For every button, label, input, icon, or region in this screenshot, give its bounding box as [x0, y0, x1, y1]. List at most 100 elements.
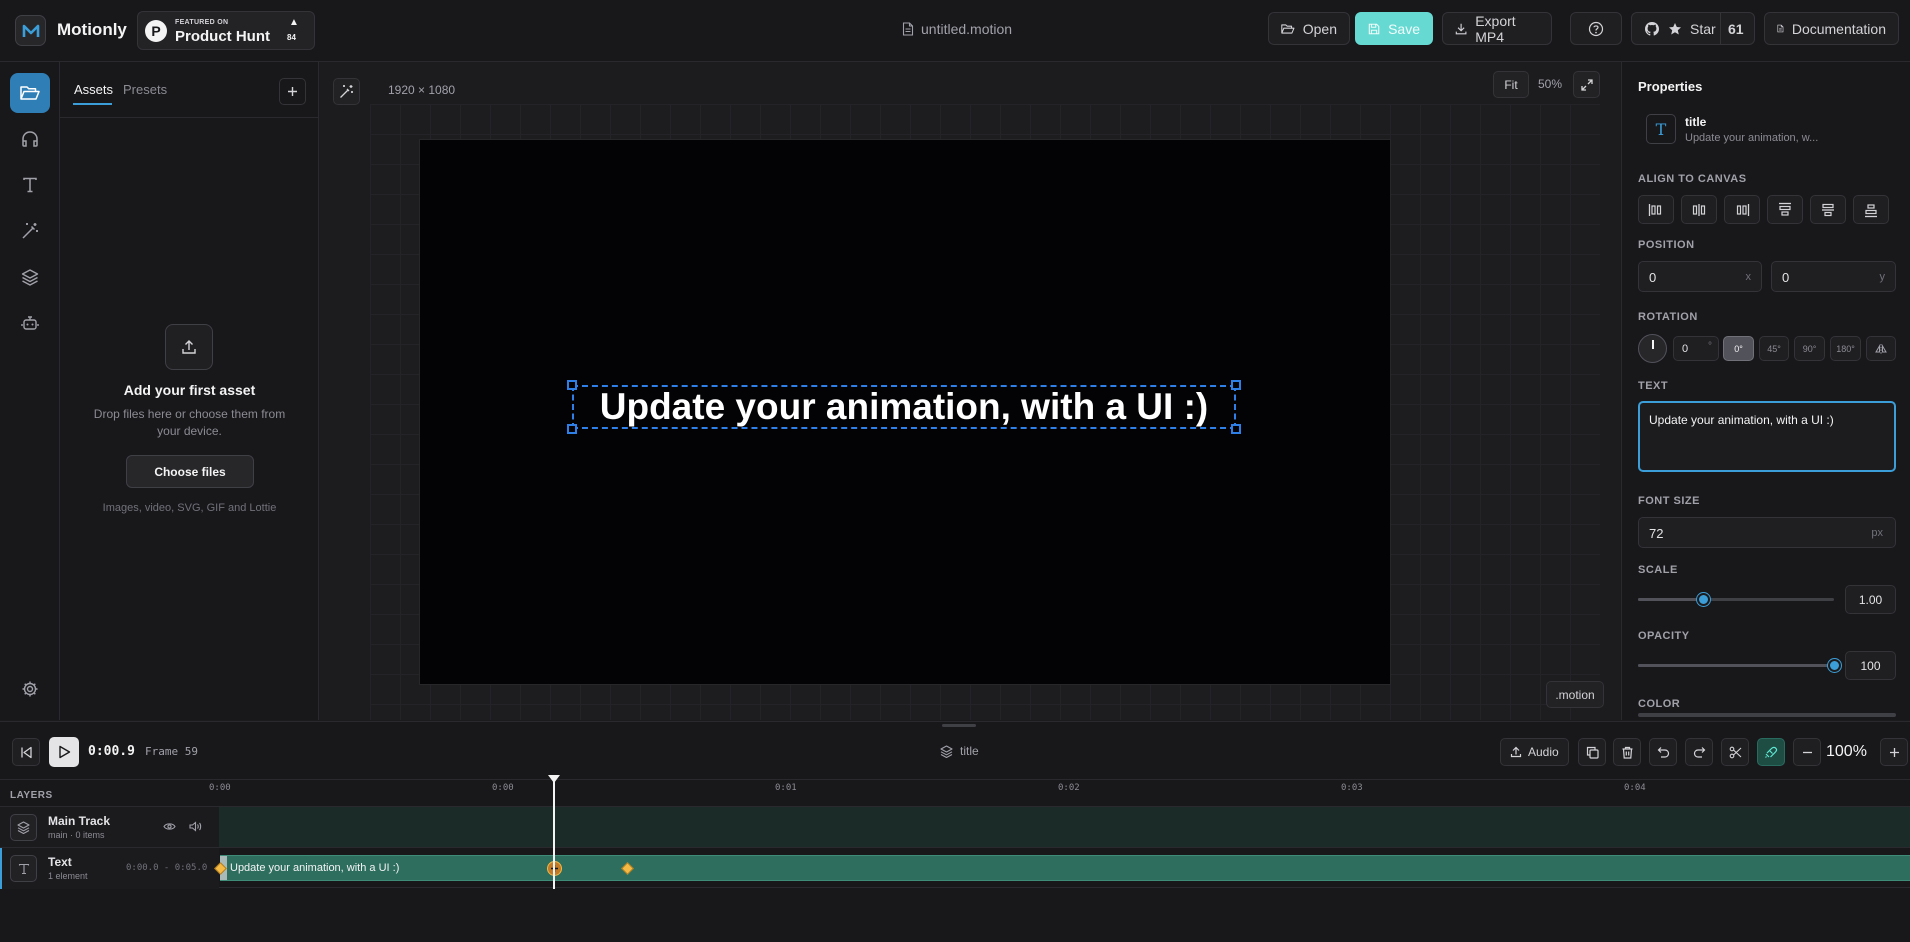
product-hunt-badge[interactable]: P FEATURED ON Product Hunt ▲ 84 [137, 11, 315, 50]
rotation-preset-90[interactable]: 90° [1794, 336, 1825, 361]
selected-indicator [0, 848, 2, 889]
add-asset-button[interactable] [279, 78, 306, 105]
documentation-button[interactable]: Documentation [1764, 12, 1899, 45]
skip-to-start-button[interactable] [12, 738, 40, 766]
rotation-preset-180[interactable]: 180° [1830, 336, 1861, 361]
opacity-slider[interactable] [1638, 659, 1841, 672]
product-hunt-icon: P [145, 20, 167, 42]
playhead[interactable] [553, 779, 555, 889]
tab-assets[interactable]: Assets [74, 82, 113, 97]
properties-scrollbar[interactable] [1638, 713, 1896, 717]
motionly-logo-icon[interactable] [15, 15, 46, 46]
scale-slider[interactable] [1638, 593, 1834, 606]
fit-button[interactable]: Fit [1493, 71, 1529, 98]
opacity-label: OPACITY [1638, 630, 1690, 642]
export-mp4-button[interactable]: Export MP4 [1442, 12, 1552, 45]
play-button[interactable] [49, 737, 79, 767]
audio-button[interactable]: Audio [1500, 738, 1569, 766]
rail-layers[interactable] [10, 257, 50, 297]
align-center-v-button[interactable] [1810, 195, 1846, 224]
resize-handle-br[interactable] [1231, 424, 1241, 434]
canvas-area: 1920 × 1080 Fit 50% Update your animatio… [320, 62, 1620, 720]
github-icon [1645, 21, 1659, 35]
timeline-resize-handle[interactable] [942, 724, 976, 727]
position-x-field[interactable]: 0 x [1638, 261, 1762, 292]
rotation-input[interactable]: 0 ° [1673, 336, 1719, 361]
delete-button[interactable] [1613, 738, 1641, 766]
align-bottom-icon [1865, 203, 1877, 217]
github-star-button[interactable]: Star 61 [1631, 12, 1755, 45]
resize-handle-tr[interactable] [1231, 380, 1241, 390]
redo-button[interactable] [1685, 738, 1713, 766]
fullscreen-button[interactable] [1573, 71, 1600, 98]
scale-slider-thumb[interactable] [1696, 593, 1710, 606]
upload-icon [1510, 746, 1522, 758]
track-row-text[interactable]: Text 1 element 0:00.0 - 0:05.0 Update yo… [0, 847, 1910, 889]
current-frame: Frame 59 [145, 745, 198, 758]
opacity-value[interactable]: 100 [1845, 651, 1896, 680]
align-left-button[interactable] [1638, 195, 1674, 224]
help-icon [1588, 21, 1604, 36]
zoom-in-button[interactable] [1880, 738, 1908, 766]
zoom-out-button[interactable] [1793, 738, 1821, 766]
rail-text[interactable] [10, 165, 50, 205]
play-icon [58, 745, 70, 759]
resize-handle-tl[interactable] [567, 380, 577, 390]
align-left-icon [1648, 203, 1662, 216]
scale-slider-fill [1638, 598, 1703, 601]
track-row-main[interactable]: Main Track main · 0 items [0, 806, 1910, 848]
snap-toggle-button[interactable] [1757, 738, 1785, 766]
plus-icon [1889, 747, 1899, 757]
align-center-h-button[interactable] [1681, 195, 1717, 224]
file-icon [902, 22, 914, 36]
track-header: Text 1 element 0:00.0 - 0:05.0 [0, 848, 219, 889]
text-clip[interactable]: Update your animation, with a UI :) [220, 855, 1910, 881]
skip-back-icon [20, 746, 32, 758]
open-button[interactable]: Open [1268, 12, 1350, 45]
upload-dropzone[interactable] [165, 324, 213, 370]
split-button[interactable] [1721, 738, 1749, 766]
playhead-marker[interactable] [548, 775, 560, 783]
undo-button[interactable] [1649, 738, 1677, 766]
font-size-field[interactable]: 72 px [1638, 517, 1896, 548]
flip-horizontal-button[interactable] [1866, 336, 1896, 361]
rotation-preset-0[interactable]: 0° [1723, 336, 1754, 361]
align-top-button[interactable] [1767, 195, 1803, 224]
auto-animate-button[interactable] [333, 78, 360, 105]
rail-effects[interactable] [10, 211, 50, 251]
layer-time-range: 0:00.0 - 0:05.0 [126, 863, 208, 873]
position-y-field[interactable]: 0 y [1771, 261, 1896, 292]
text-content-input[interactable]: Update your animation, with a UI :) [1638, 401, 1896, 472]
magnet-icon [1765, 746, 1778, 758]
file-name: untitled.motion [902, 21, 1012, 37]
save-button[interactable]: Save [1355, 12, 1433, 45]
rotation-dial[interactable] [1638, 334, 1667, 363]
volume-icon[interactable] [189, 821, 202, 832]
rail-settings[interactable] [10, 669, 50, 709]
upvote-count: 84 [287, 33, 296, 42]
main-track-lane[interactable] [219, 807, 1910, 848]
rotation-preset-45[interactable]: 45° [1759, 336, 1789, 361]
composition-canvas[interactable]: Update your animation, with a UI :) [419, 139, 1391, 685]
rail-assets[interactable] [10, 73, 50, 113]
rail-ai[interactable] [10, 303, 50, 343]
trash-icon [1622, 746, 1632, 759]
align-right-button[interactable] [1724, 195, 1760, 224]
magic-wand-icon [22, 223, 38, 239]
choose-files-button[interactable]: Choose files [126, 455, 254, 488]
rail-audio[interactable] [10, 119, 50, 159]
expand-icon [1580, 78, 1593, 91]
eye-icon[interactable] [163, 821, 176, 832]
help-button[interactable] [1570, 12, 1622, 45]
position-y-unit: y [1879, 271, 1886, 283]
panel-divider [60, 117, 319, 118]
scale-value[interactable]: 1.00 [1845, 585, 1896, 614]
file-name-text: untitled.motion [921, 21, 1013, 37]
opacity-slider-thumb[interactable] [1828, 659, 1841, 672]
align-bottom-button[interactable] [1853, 195, 1889, 224]
tab-presets[interactable]: Presets [123, 82, 167, 97]
resize-handle-bl[interactable] [567, 424, 577, 434]
selection-box[interactable] [572, 385, 1236, 429]
duplicate-button[interactable] [1578, 738, 1606, 766]
motion-format-tag[interactable]: .motion [1546, 681, 1604, 708]
